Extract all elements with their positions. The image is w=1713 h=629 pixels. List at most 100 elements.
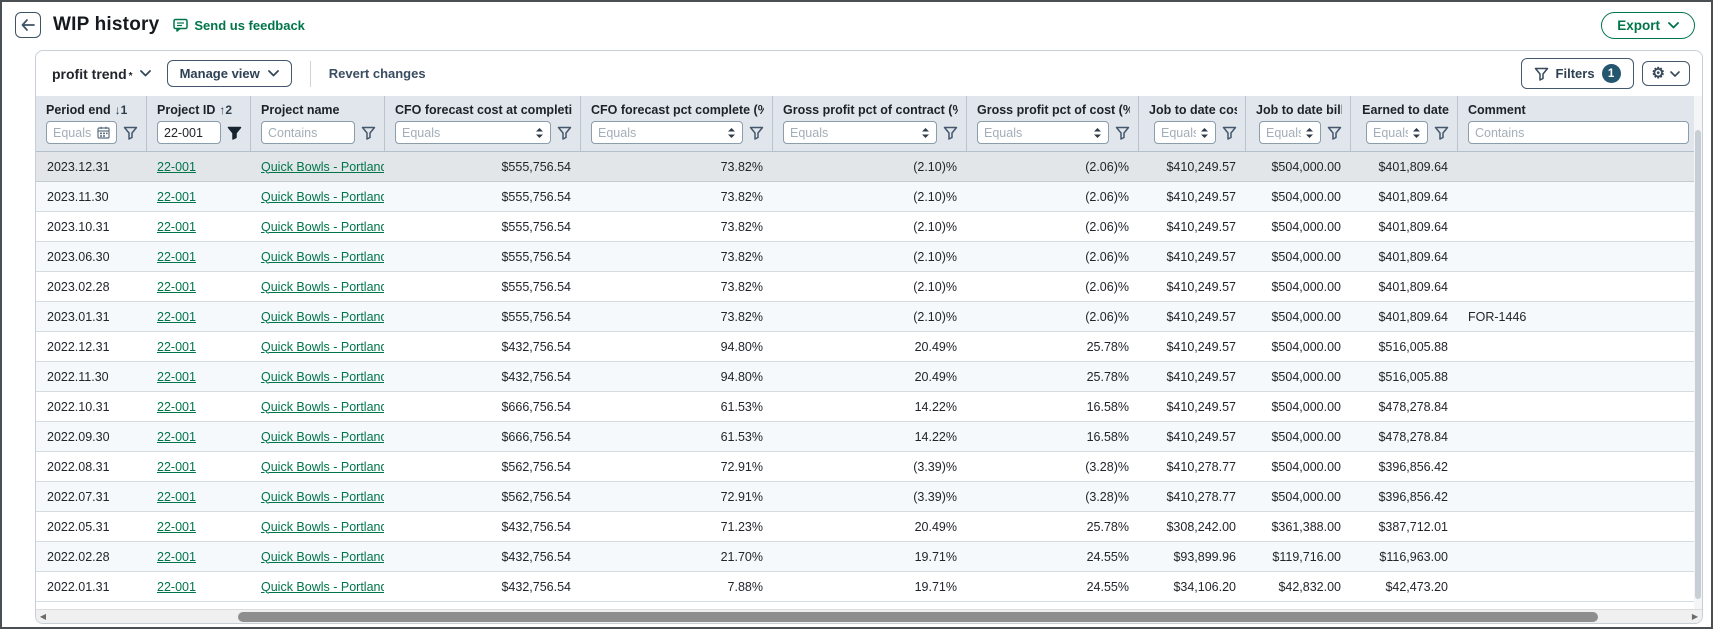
filter-input[interactable] xyxy=(977,121,1109,144)
filter-input-field[interactable] xyxy=(268,126,348,140)
project-name-link[interactable]: Quick Bowls - Portland xyxy=(261,160,384,174)
filter-input[interactable] xyxy=(1468,121,1689,144)
select-spinner-icon[interactable] xyxy=(1200,127,1209,139)
vertical-scrollbar-thumb[interactable] xyxy=(1695,130,1701,599)
select-spinner-icon[interactable] xyxy=(1305,127,1314,139)
filter-input[interactable] xyxy=(261,121,355,144)
project-name-link[interactable]: Quick Bowls - Portland xyxy=(261,520,384,534)
column-label[interactable]: Job to date costs xyxy=(1149,101,1237,119)
project-id-link[interactable]: 22-001 xyxy=(157,430,196,444)
filter-input-field[interactable] xyxy=(984,126,1089,140)
filter-input-field[interactable] xyxy=(53,126,93,140)
filter-funnel-icon[interactable] xyxy=(1434,126,1449,140)
column-label[interactable]: Gross profit pct of cost (%) xyxy=(977,101,1130,119)
table-row[interactable]: 2022.01.3122-001Quick Bowls - Portland$4… xyxy=(36,572,1694,602)
filter-input-field[interactable] xyxy=(1161,126,1196,140)
export-button[interactable]: Export xyxy=(1601,12,1695,39)
table-row[interactable]: 2023.06.3022-001Quick Bowls - Portland$5… xyxy=(36,242,1694,272)
column-label[interactable]: CFO forecast pct complete (%) xyxy=(591,101,764,119)
table-row[interactable]: 2022.08.3122-001Quick Bowls - Portland$5… xyxy=(36,452,1694,482)
filter-funnel-icon[interactable] xyxy=(1115,126,1130,140)
project-id-link[interactable]: 22-001 xyxy=(157,580,196,594)
column-label[interactable]: Gross profit pct of contract (%) xyxy=(783,101,958,119)
table-row[interactable]: 2023.11.3022-001Quick Bowls - Portland$5… xyxy=(36,182,1694,212)
filter-input-field[interactable] xyxy=(164,126,214,140)
project-name-link[interactable]: Quick Bowls - Portland xyxy=(261,190,384,204)
scroll-right-arrow-icon[interactable]: ▶ xyxy=(1688,610,1702,624)
project-id-link[interactable]: 22-001 xyxy=(157,160,196,174)
table-row[interactable]: 2023.02.2822-001Quick Bowls - Portland$5… xyxy=(36,272,1694,302)
sort-ascending-icon[interactable]: ↑2 xyxy=(219,103,232,117)
filter-input[interactable] xyxy=(395,121,551,144)
project-name-link[interactable]: Quick Bowls - Portland xyxy=(261,490,384,504)
view-selector-dropdown[interactable]: profit trend * xyxy=(52,66,151,82)
filter-input-field[interactable] xyxy=(598,126,723,140)
column-label[interactable]: Job to date billi... xyxy=(1256,101,1342,119)
project-id-link[interactable]: 22-001 xyxy=(157,280,196,294)
horizontal-scrollbar-thumb[interactable] xyxy=(238,612,1598,622)
manage-view-button[interactable]: Manage view xyxy=(167,60,292,87)
filter-input-field[interactable] xyxy=(1475,126,1682,140)
select-spinner-icon[interactable] xyxy=(1093,127,1102,139)
project-name-link[interactable]: Quick Bowls - Portland xyxy=(261,370,384,384)
project-id-link[interactable]: 22-001 xyxy=(157,550,196,564)
filter-input-field[interactable] xyxy=(402,126,531,140)
horizontal-scrollbar[interactable]: ◀ ▶ xyxy=(36,609,1702,623)
filter-input-field[interactable] xyxy=(790,126,917,140)
filter-input[interactable] xyxy=(1259,121,1321,144)
filter-funnel-icon[interactable] xyxy=(1327,126,1342,140)
table-row[interactable]: 2022.11.3022-001Quick Bowls - Portland$4… xyxy=(36,362,1694,392)
sort-descending-icon[interactable]: ↓1 xyxy=(115,103,128,117)
send-feedback-link[interactable]: Send us feedback xyxy=(173,18,305,33)
project-id-link[interactable]: 22-001 xyxy=(157,490,196,504)
project-name-link[interactable]: Quick Bowls - Portland xyxy=(261,580,384,594)
select-spinner-icon[interactable] xyxy=(727,127,736,139)
filter-funnel-icon[interactable] xyxy=(557,126,572,140)
select-spinner-icon[interactable] xyxy=(921,127,930,139)
filter-input[interactable] xyxy=(1154,121,1216,144)
column-label[interactable]: Project name xyxy=(261,101,376,119)
filter-input-field[interactable] xyxy=(1266,126,1301,140)
scroll-left-arrow-icon[interactable]: ◀ xyxy=(36,610,50,624)
project-id-link[interactable]: 22-001 xyxy=(157,310,196,324)
project-name-link[interactable]: Quick Bowls - Portland xyxy=(261,250,384,264)
table-row[interactable]: 2022.02.2822-001Quick Bowls - Portland$4… xyxy=(36,542,1694,572)
project-id-link[interactable]: 22-001 xyxy=(157,520,196,534)
revert-changes-link[interactable]: Revert changes xyxy=(329,66,426,81)
filter-funnel-icon[interactable] xyxy=(943,126,958,140)
vertical-scrollbar[interactable] xyxy=(1694,96,1702,609)
table-row[interactable]: 2022.10.3122-001Quick Bowls - Portland$6… xyxy=(36,392,1694,422)
column-label[interactable]: CFO forecast cost at completion xyxy=(395,101,572,119)
project-id-link[interactable]: 22-001 xyxy=(157,250,196,264)
filter-input[interactable] xyxy=(591,121,743,144)
filter-input[interactable] xyxy=(46,121,117,144)
project-name-link[interactable]: Quick Bowls - Portland xyxy=(261,340,384,354)
filters-button[interactable]: Filters 1 xyxy=(1521,58,1634,89)
project-id-link[interactable]: 22-001 xyxy=(157,460,196,474)
horizontal-scrollbar-track[interactable] xyxy=(50,610,1688,623)
project-name-link[interactable]: Quick Bowls - Portland xyxy=(261,460,384,474)
filter-input[interactable] xyxy=(1366,121,1428,144)
select-spinner-icon[interactable] xyxy=(1412,127,1421,139)
column-label[interactable]: Period end↓1 xyxy=(46,101,138,119)
project-id-link[interactable]: 22-001 xyxy=(157,370,196,384)
project-name-link[interactable]: Quick Bowls - Portland xyxy=(261,550,384,564)
project-id-link[interactable]: 22-001 xyxy=(157,340,196,354)
project-id-link[interactable]: 22-001 xyxy=(157,220,196,234)
back-button[interactable] xyxy=(15,12,41,38)
column-label[interactable]: Comment xyxy=(1468,101,1689,119)
table-row[interactable]: 2022.09.3022-001Quick Bowls - Portland$6… xyxy=(36,422,1694,452)
project-id-link[interactable]: 22-001 xyxy=(157,400,196,414)
table-row[interactable]: 2022.07.3122-001Quick Bowls - Portland$5… xyxy=(36,482,1694,512)
filter-input-field[interactable] xyxy=(1373,126,1408,140)
project-name-link[interactable]: Quick Bowls - Portland xyxy=(261,310,384,324)
column-label[interactable]: Project ID↑2 xyxy=(157,101,242,119)
table-row[interactable]: 2022.12.3122-001Quick Bowls - Portland$4… xyxy=(36,332,1694,362)
column-label[interactable]: Earned to date xyxy=(1361,101,1449,119)
project-name-link[interactable]: Quick Bowls - Portland xyxy=(261,430,384,444)
table-row[interactable]: 2023.10.3122-001Quick Bowls - Portland$5… xyxy=(36,212,1694,242)
filter-funnel-icon[interactable] xyxy=(123,126,138,140)
select-spinner-icon[interactable] xyxy=(535,127,544,139)
filter-funnel-icon[interactable] xyxy=(1222,126,1237,140)
calendar-icon[interactable] xyxy=(97,126,110,139)
